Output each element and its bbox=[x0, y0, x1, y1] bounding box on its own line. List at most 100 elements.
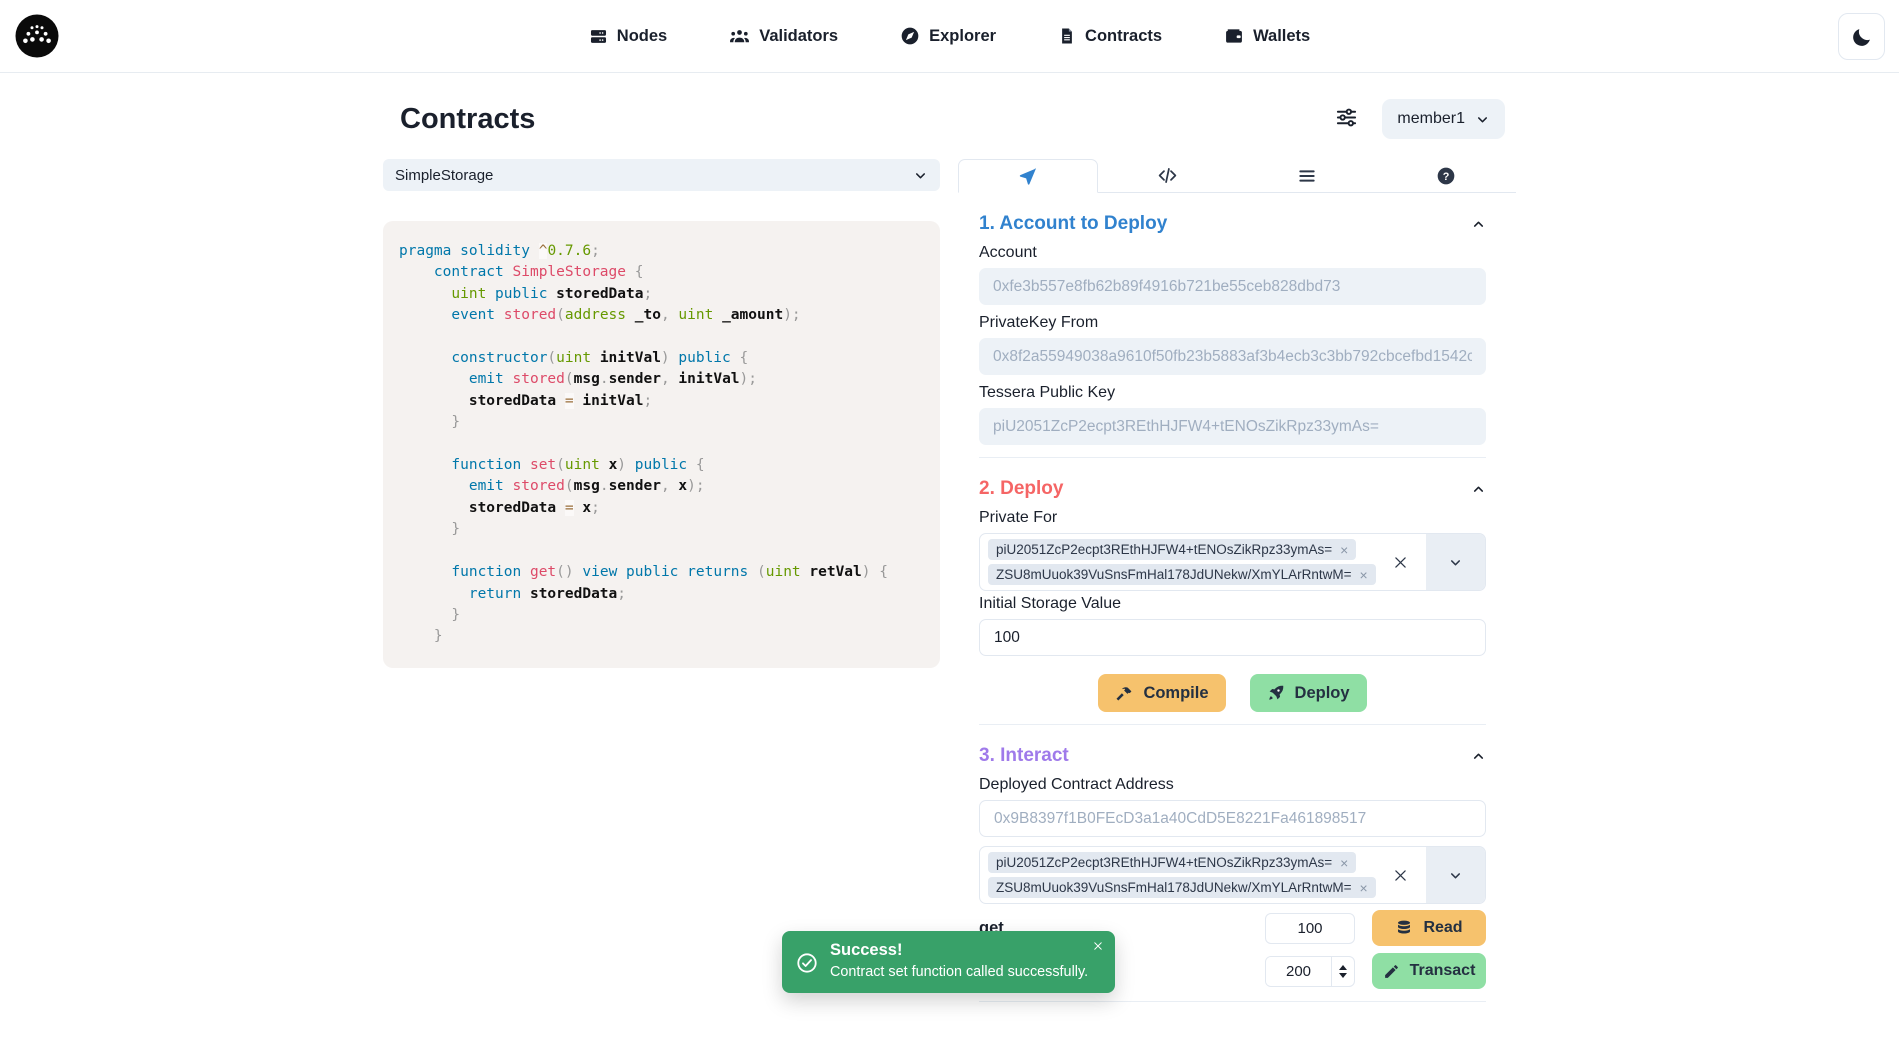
paper-plane-icon bbox=[1018, 167, 1037, 186]
private-for-multiselect[interactable]: piU2051ZcP2ecpt3REthHJFW4+tENOsZikRpz33y… bbox=[979, 533, 1486, 591]
nav-item-label: Nodes bbox=[617, 27, 667, 46]
database-icon bbox=[1395, 919, 1413, 937]
divider bbox=[979, 1001, 1486, 1002]
remove-tag-icon[interactable]: × bbox=[1340, 856, 1348, 870]
nav-item-explorer[interactable]: Explorer bbox=[894, 25, 1002, 48]
dropdown-chevron-icon[interactable] bbox=[1426, 847, 1485, 903]
privatekey-label: PrivateKey From bbox=[979, 314, 1486, 332]
success-toast: Success! Contract set function called su… bbox=[782, 931, 1115, 993]
deployed-address-label: Deployed Contract Address bbox=[979, 776, 1486, 794]
section-account-header: 1. Account to Deploy bbox=[979, 213, 1486, 235]
app-logo[interactable] bbox=[15, 14, 59, 58]
transact-button[interactable]: Transact bbox=[1372, 953, 1486, 989]
interact-private-for-multiselect[interactable]: piU2051ZcP2ecpt3REthHJFW4+tENOsZikRpz33y… bbox=[979, 846, 1486, 904]
read-button-label: Read bbox=[1423, 919, 1462, 937]
page-head: Contracts member1 bbox=[383, 99, 1516, 139]
deployed-address-input[interactable] bbox=[979, 800, 1486, 837]
theme-toggle-button[interactable] bbox=[1838, 13, 1885, 60]
rocket-icon bbox=[1267, 684, 1285, 702]
collapse-chevron-up-icon[interactable] bbox=[1471, 482, 1486, 497]
divider bbox=[979, 457, 1486, 458]
transact-button-label: Transact bbox=[1410, 962, 1476, 980]
read-button[interactable]: Read bbox=[1372, 910, 1486, 946]
pencil-icon bbox=[1383, 963, 1400, 980]
section-interact-title: 3. Interact bbox=[979, 745, 1069, 767]
account-label: Account bbox=[979, 244, 1486, 262]
svg-text:?: ? bbox=[1443, 170, 1450, 182]
question-icon: ? bbox=[1436, 166, 1456, 186]
deploy-button-label: Deploy bbox=[1295, 684, 1350, 703]
file-contract-icon bbox=[1058, 27, 1076, 45]
section-deploy-title: 2. Deploy bbox=[979, 478, 1063, 500]
nav-item-label: Contracts bbox=[1085, 27, 1162, 46]
tab-code[interactable] bbox=[1098, 159, 1238, 192]
sliders-icon bbox=[1335, 106, 1358, 129]
page-title: Contracts bbox=[400, 103, 535, 136]
set-value-input[interactable] bbox=[1266, 957, 1331, 986]
privatekey-input bbox=[979, 338, 1486, 375]
private-for-tag: ZSU8mUuok39VuSnsFmHal178JdUNekw/XmYLArRn… bbox=[988, 877, 1376, 898]
tag-label: piU2051ZcP2ecpt3REthHJFW4+tENOsZikRpz33y… bbox=[996, 855, 1332, 871]
code-icon bbox=[1157, 165, 1178, 186]
solidity-source-code: pragma solidity ^0.7.6; contract SimpleS… bbox=[383, 221, 940, 668]
chevron-down-icon bbox=[1475, 112, 1490, 127]
nav-item-contracts[interactable]: Contracts bbox=[1052, 25, 1168, 48]
users-icon bbox=[729, 26, 750, 47]
remove-tag-icon[interactable]: × bbox=[1360, 881, 1368, 895]
tab-bar: ? bbox=[958, 159, 1516, 193]
collapse-chevron-up-icon[interactable] bbox=[1471, 749, 1486, 764]
section-account-title: 1. Account to Deploy bbox=[979, 213, 1167, 235]
collapse-chevron-up-icon[interactable] bbox=[1471, 217, 1486, 232]
section-deploy-header: 2. Deploy bbox=[979, 478, 1486, 500]
remove-tag-icon[interactable]: × bbox=[1340, 543, 1348, 557]
tab-help[interactable]: ? bbox=[1377, 159, 1517, 192]
toast-close-icon[interactable] bbox=[1092, 940, 1104, 952]
member-select-value: member1 bbox=[1397, 110, 1465, 128]
get-result-input[interactable] bbox=[1265, 913, 1355, 944]
tag-label: ZSU8mUuok39VuSnsFmHal178JdUNekw/XmYLArRn… bbox=[996, 880, 1352, 896]
divider bbox=[979, 724, 1486, 725]
private-for-tag: piU2051ZcP2ecpt3REthHJFW4+tENOsZikRpz33y… bbox=[988, 539, 1356, 560]
nav-item-wallets[interactable]: Wallets bbox=[1218, 25, 1316, 48]
nav-item-validators[interactable]: Validators bbox=[723, 25, 844, 48]
contract-select-value: SimpleStorage bbox=[395, 167, 493, 184]
tessera-key-label: Tessera Public Key bbox=[979, 384, 1486, 402]
private-for-tag: piU2051ZcP2ecpt3REthHJFW4+tENOsZikRpz33y… bbox=[988, 852, 1356, 873]
private-for-tag: ZSU8mUuok39VuSnsFmHal178JdUNekw/XmYLArRn… bbox=[988, 564, 1376, 585]
clear-all-icon[interactable] bbox=[1376, 534, 1426, 590]
check-circle-icon bbox=[796, 942, 818, 983]
dropdown-chevron-icon[interactable] bbox=[1426, 534, 1485, 590]
nav-item-label: Wallets bbox=[1253, 27, 1310, 46]
tab-logs[interactable] bbox=[1237, 159, 1377, 192]
compile-button-label: Compile bbox=[1143, 684, 1208, 703]
contract-select[interactable]: SimpleStorage bbox=[383, 159, 940, 191]
number-spinner[interactable] bbox=[1331, 957, 1354, 986]
initial-storage-input[interactable] bbox=[979, 619, 1486, 656]
member-select[interactable]: member1 bbox=[1382, 99, 1505, 139]
settings-sliders-button[interactable] bbox=[1335, 106, 1358, 132]
tab-deploy[interactable] bbox=[958, 159, 1098, 193]
main-nav: Nodes Validators Explorer Contracts Wallets bbox=[583, 25, 1316, 48]
tag-label: piU2051ZcP2ecpt3REthHJFW4+tENOsZikRpz33y… bbox=[996, 542, 1332, 558]
chevron-down-icon bbox=[913, 168, 928, 183]
clear-all-icon[interactable] bbox=[1376, 847, 1426, 903]
private-for-label: Private For bbox=[979, 509, 1486, 527]
tessera-key-input bbox=[979, 408, 1486, 445]
toast-message: Contract set function called successfull… bbox=[830, 964, 1088, 980]
set-value-stepper bbox=[1265, 956, 1355, 987]
nav-item-label: Explorer bbox=[929, 27, 996, 46]
nav-item-label: Validators bbox=[759, 27, 838, 46]
account-input bbox=[979, 268, 1486, 305]
compile-button[interactable]: Compile bbox=[1098, 674, 1225, 712]
compass-icon bbox=[900, 26, 920, 46]
list-icon bbox=[1297, 166, 1317, 186]
remove-tag-icon[interactable]: × bbox=[1360, 568, 1368, 582]
deploy-button[interactable]: Deploy bbox=[1250, 674, 1367, 712]
top-nav: Nodes Validators Explorer Contracts Wallets bbox=[0, 0, 1899, 73]
tag-label: ZSU8mUuok39VuSnsFmHal178JdUNekw/XmYLArRn… bbox=[996, 567, 1352, 583]
server-icon bbox=[589, 27, 608, 46]
toast-title: Success! bbox=[830, 941, 1088, 960]
wallet-icon bbox=[1224, 26, 1244, 46]
nav-item-nodes[interactable]: Nodes bbox=[583, 25, 673, 48]
section-interact-header: 3. Interact bbox=[979, 745, 1486, 767]
